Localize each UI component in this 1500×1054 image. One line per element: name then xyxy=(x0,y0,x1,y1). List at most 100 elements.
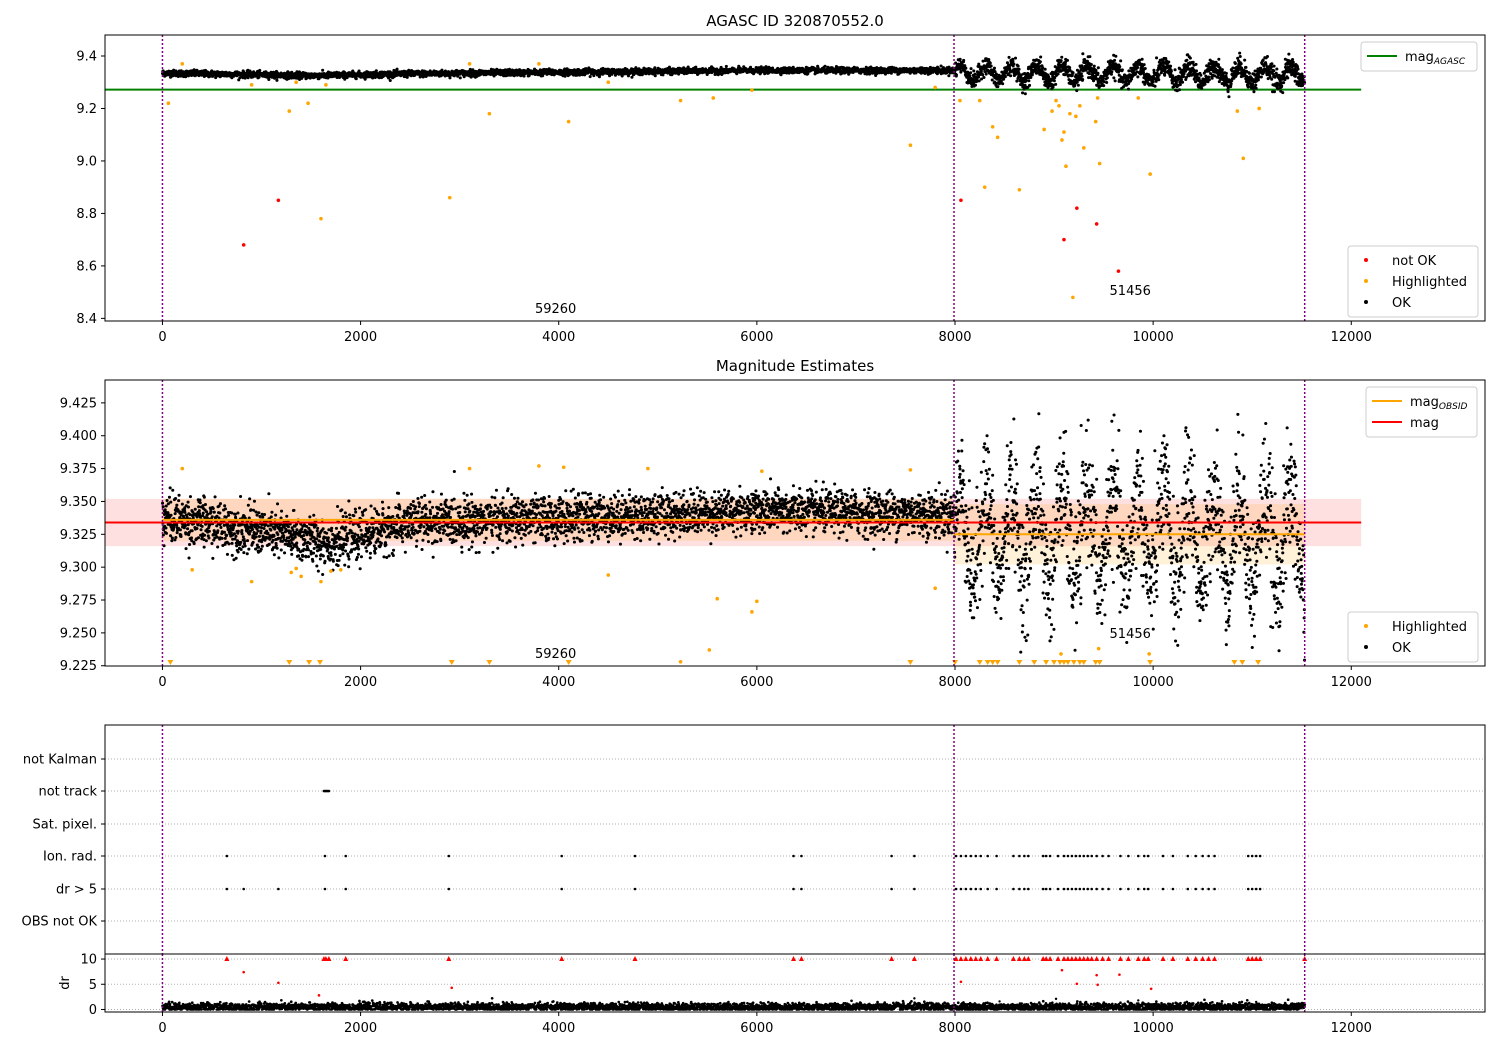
middle-ytick-label: 9.350 xyxy=(60,495,97,510)
top-ytick-label: 8.4 xyxy=(76,312,97,327)
flags-marker xyxy=(1119,854,1122,858)
middle-xtick-label: 8000 xyxy=(938,675,971,690)
flags-marker xyxy=(1086,887,1090,891)
top-highlighted-point xyxy=(1136,96,1141,100)
flags-marker xyxy=(1086,854,1090,858)
top-xtick-label: 8000 xyxy=(938,330,971,345)
flags-marker xyxy=(1066,887,1070,891)
flags-marker xyxy=(995,887,998,891)
dr-red-point xyxy=(1118,973,1121,976)
flags-marker xyxy=(1207,854,1210,858)
top-highlighted-point xyxy=(1050,109,1054,113)
middle-highlighted-point xyxy=(1096,646,1101,651)
top-notok-point xyxy=(959,198,963,203)
top-xtick-label: 12000 xyxy=(1331,330,1372,345)
flags-marker xyxy=(1074,854,1078,858)
flags-marker xyxy=(1107,854,1110,858)
top-notok-point xyxy=(241,243,246,247)
flags-marker xyxy=(792,887,795,891)
top-xtick-label: 4000 xyxy=(542,330,575,345)
flags-marker xyxy=(1048,854,1052,858)
flags-marker xyxy=(1186,887,1190,891)
middle-highlighted-point xyxy=(1059,652,1063,656)
dr-outlier-point xyxy=(1137,999,1140,1002)
middle-highlighted-point xyxy=(537,464,541,468)
flags-marker xyxy=(1041,887,1045,891)
flags-marker xyxy=(1101,854,1104,858)
top-highlighted-point xyxy=(1235,109,1240,113)
top-annotation: 51456 xyxy=(1110,284,1151,299)
top-highlighted-point xyxy=(487,111,492,116)
flags-marker xyxy=(969,887,973,891)
flags-marker xyxy=(800,887,803,891)
flags-marker xyxy=(1027,854,1030,858)
dr-red-point xyxy=(277,981,280,985)
flags-marker xyxy=(1090,854,1094,858)
top-highlighted-point xyxy=(180,62,185,66)
top-status-legend-dot xyxy=(1364,258,1368,262)
flags-marker xyxy=(969,854,973,858)
flags-row-label: OBS not OK xyxy=(22,915,98,930)
top-highlighted-point xyxy=(249,83,254,87)
middle-xtick-label: 6000 xyxy=(740,675,773,690)
middle-ytick-label: 9.325 xyxy=(60,528,97,543)
flags-marker xyxy=(560,854,563,858)
top-highlighted-point xyxy=(1042,127,1046,132)
dr-xtick-label: 6000 xyxy=(740,1021,773,1036)
dr-outlier-point xyxy=(913,997,916,1000)
flags-marker xyxy=(1250,887,1254,891)
flags-marker xyxy=(986,854,989,858)
middle-legend-subscript: OBSID xyxy=(1439,402,1468,412)
flags-marker xyxy=(913,887,916,891)
flags-marker xyxy=(344,887,348,891)
middle-annotation: 59260 xyxy=(535,647,576,662)
top-ytick-label: 9.0 xyxy=(76,154,97,169)
flags-marker xyxy=(964,887,968,891)
dr-red-point xyxy=(1075,982,1079,986)
dr-ytick-label: 10 xyxy=(80,953,97,968)
flags-marker xyxy=(1194,854,1198,858)
flags-marker xyxy=(800,854,803,858)
top-highlighted-point xyxy=(1017,188,1022,192)
flags-row-label: not track xyxy=(38,785,97,800)
flags-marker xyxy=(1146,887,1150,891)
top-highlighted-point xyxy=(319,216,323,221)
middle-highlighted-point xyxy=(338,567,343,572)
dr-red-point xyxy=(317,994,321,997)
top-highlighted-point xyxy=(995,135,1000,140)
middle-highlighted-point xyxy=(760,469,764,474)
top-highlighted-point xyxy=(977,98,982,103)
flags-marker xyxy=(1254,887,1258,891)
top-status-legend-label: not OK xyxy=(1392,254,1437,269)
flags-marker xyxy=(1044,887,1048,891)
flags-row-label: Ion. rad. xyxy=(43,850,97,865)
flags-marker xyxy=(986,887,989,891)
middle-highlighted-point xyxy=(190,567,194,572)
dr-xtick-label: 12000 xyxy=(1331,1021,1372,1036)
top-highlighted-point xyxy=(750,88,754,92)
flags-marker xyxy=(1062,854,1066,858)
top-highlighted-point xyxy=(1057,104,1061,108)
flags-marker xyxy=(1107,887,1110,891)
middle-ytick-label: 9.275 xyxy=(60,594,97,609)
dr-xtick-label: 10000 xyxy=(1132,1021,1173,1036)
top-status-legend-dot xyxy=(1364,300,1368,304)
top-highlighted-point xyxy=(1148,172,1152,176)
flags-marker xyxy=(1023,887,1026,891)
dr-red-point xyxy=(1096,983,1099,987)
middle-ytick-label: 9.225 xyxy=(60,659,97,674)
middle-highlighted-point xyxy=(908,468,913,472)
flags-marker xyxy=(979,854,983,858)
top-notok-point xyxy=(1062,237,1066,242)
dr-red-point xyxy=(450,986,454,990)
flags-marker xyxy=(1048,887,1052,891)
flags-marker xyxy=(1258,854,1262,858)
flags-marker xyxy=(1078,854,1082,858)
flags-marker xyxy=(1082,887,1086,891)
top-status-legend-dot xyxy=(1364,279,1368,283)
flags-row-label: dr > 5 xyxy=(56,883,97,898)
dr-xtick-label: 8000 xyxy=(938,1021,971,1036)
top-highlighted-point xyxy=(678,98,683,103)
top-legend-subscript: AGASC xyxy=(1433,57,1466,67)
flags-marker xyxy=(633,854,637,858)
